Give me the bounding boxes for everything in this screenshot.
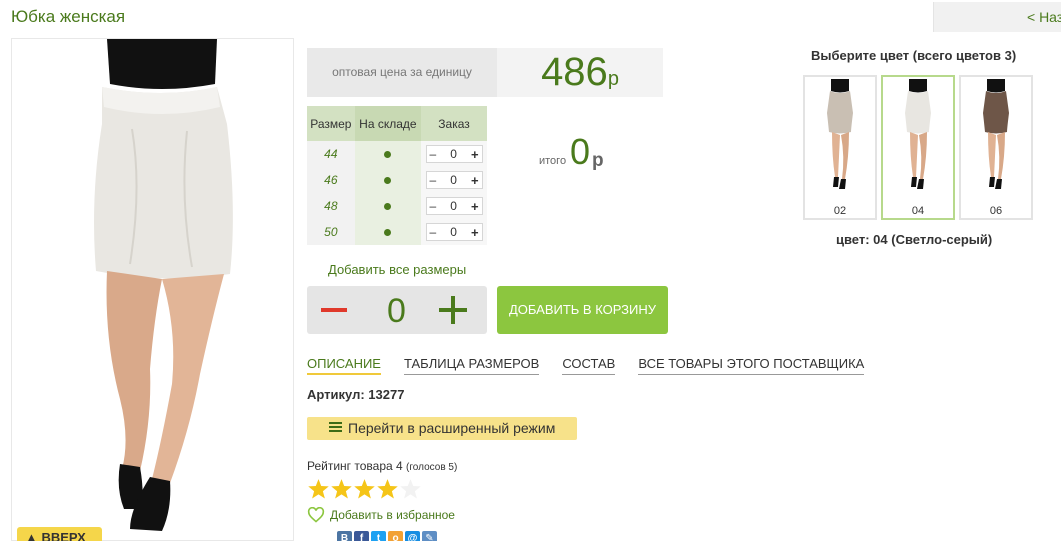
stock-column-header: На складе (354, 106, 422, 141)
color-swatch-label: 06 (989, 205, 1003, 217)
facebook-icon[interactable]: f (354, 531, 369, 541)
list-icon (329, 422, 342, 433)
product-title: Юбка женская (11, 7, 126, 26)
increase-button[interactable]: + (471, 199, 479, 214)
rating-text: Рейтинг товара 4 (голосов 5) (307, 459, 457, 473)
quantity-stepper: –0 + (425, 197, 483, 215)
extended-mode-label: Перейти в расширенный режим (348, 420, 556, 436)
table-row: 50 –0 + (307, 219, 487, 245)
in-stock-dot-icon (354, 141, 422, 167)
selected-color: цвет: 04 (Светло-серый) (836, 232, 993, 247)
table-row: 48 –0 + (307, 193, 487, 219)
price-label: оптовая цена за единицу (307, 48, 497, 97)
extended-mode-button[interactable]: Перейти в расширенный режим (307, 417, 577, 440)
color-swatch-image (905, 79, 931, 189)
tab-composition[interactable]: СОСТАВ (562, 356, 616, 375)
total-currency: р (592, 150, 604, 171)
increase-button[interactable]: + (471, 173, 479, 188)
livejournal-icon[interactable]: ✎ (422, 531, 437, 541)
mail-icon[interactable]: @ (405, 531, 420, 541)
size-table: Размер На складе Заказ 44 –0 + 46 –0 + 48 … (307, 106, 487, 245)
favorites-label: Добавить в избранное (330, 508, 455, 522)
product-tabs: ОПИСАНИЕ ТАБЛИЦА РАЗМЕРОВ СОСТАВ ВСЕ ТОВ… (307, 356, 887, 375)
total-label: итого (539, 155, 567, 167)
star-icon[interactable] (399, 478, 422, 500)
star-icon[interactable] (330, 478, 353, 500)
increase-button[interactable]: + (471, 147, 479, 162)
table-row: 46 –0 + (307, 167, 487, 193)
tab-description[interactable]: ОПИСАНИЕ (307, 356, 381, 375)
size-value: 50 (307, 219, 355, 245)
price-value: 486 (541, 50, 608, 94)
rating-votes: (голосов 5) (406, 462, 458, 473)
vk-icon[interactable]: В (337, 531, 352, 541)
star-icon[interactable] (307, 478, 330, 500)
add-to-cart-button[interactable]: ДОБАВИТЬ В КОРЗИНУ (497, 286, 668, 334)
plus-icon[interactable] (439, 296, 467, 324)
price-currency: р (607, 68, 619, 90)
quantity-value[interactable]: 0 (450, 173, 457, 187)
color-swatch-06[interactable]: 06 (959, 75, 1033, 220)
color-swatch-image (827, 79, 853, 189)
size-column-header: Размер (307, 106, 355, 141)
decrease-button[interactable]: – (430, 199, 437, 213)
color-swatch-image (983, 79, 1009, 189)
table-row: 44 –0 + (307, 141, 487, 167)
color-swatch-04[interactable]: 04 (881, 75, 955, 220)
heart-icon (307, 507, 325, 523)
color-picker-title: Выберите цвет (всего цветов 3) (811, 48, 1017, 63)
color-swatch-02[interactable]: 02 (803, 75, 877, 220)
scroll-up-button[interactable]: ▲ ВВЕРХ (17, 527, 102, 541)
rating-label: Рейтинг товара 4 (307, 459, 403, 473)
in-stock-dot-icon (354, 193, 422, 219)
quantity-value[interactable]: 0 (450, 225, 457, 239)
tab-size-chart[interactable]: ТАБЛИЦА РАЗМЕРОВ (403, 356, 540, 375)
main-quantity-stepper: 0 (307, 286, 487, 334)
odnoklassniki-icon[interactable]: о (388, 531, 403, 541)
main-quantity-value[interactable]: 0 (387, 292, 406, 331)
add-to-favorites-link[interactable]: Добавить в избранное (307, 507, 455, 523)
size-value: 48 (307, 193, 355, 219)
decrease-button[interactable]: – (430, 173, 437, 187)
rating-stars[interactable] (307, 478, 422, 500)
order-column-header: Заказ (421, 106, 487, 141)
quantity-stepper: –0 + (425, 171, 483, 189)
quantity-value[interactable]: 0 (450, 147, 457, 161)
quantity-stepper: –0 + (425, 145, 483, 163)
back-button[interactable]: < Назад (933, 2, 1061, 32)
increase-button[interactable]: + (471, 225, 479, 240)
quantity-stepper: –0 + (425, 223, 483, 241)
article-number: Артикул: 13277 (307, 387, 405, 402)
star-icon[interactable] (353, 478, 376, 500)
decrease-button[interactable]: – (430, 147, 437, 161)
social-share: Вf t о @ ✎ (337, 531, 439, 541)
twitter-icon[interactable]: t (371, 531, 386, 541)
price-box: 486р (497, 48, 663, 97)
in-stock-dot-icon (354, 219, 422, 245)
minus-icon[interactable] (321, 308, 347, 312)
color-swatch-label: 04 (911, 205, 925, 217)
product-image[interactable] (11, 38, 294, 541)
size-value: 44 (307, 141, 355, 167)
quantity-value[interactable]: 0 (450, 199, 457, 213)
star-icon[interactable] (376, 478, 399, 500)
add-all-sizes-link[interactable]: Добавить все размеры (328, 262, 466, 277)
tab-supplier-products[interactable]: ВСЕ ТОВАРЫ ЭТОГО ПОСТАВЩИКА (638, 356, 865, 375)
total-value: 0 (570, 131, 591, 172)
color-swatch-label: 02 (833, 205, 847, 217)
decrease-button[interactable]: – (430, 225, 437, 239)
in-stock-dot-icon (354, 167, 422, 193)
size-value: 46 (307, 167, 355, 193)
